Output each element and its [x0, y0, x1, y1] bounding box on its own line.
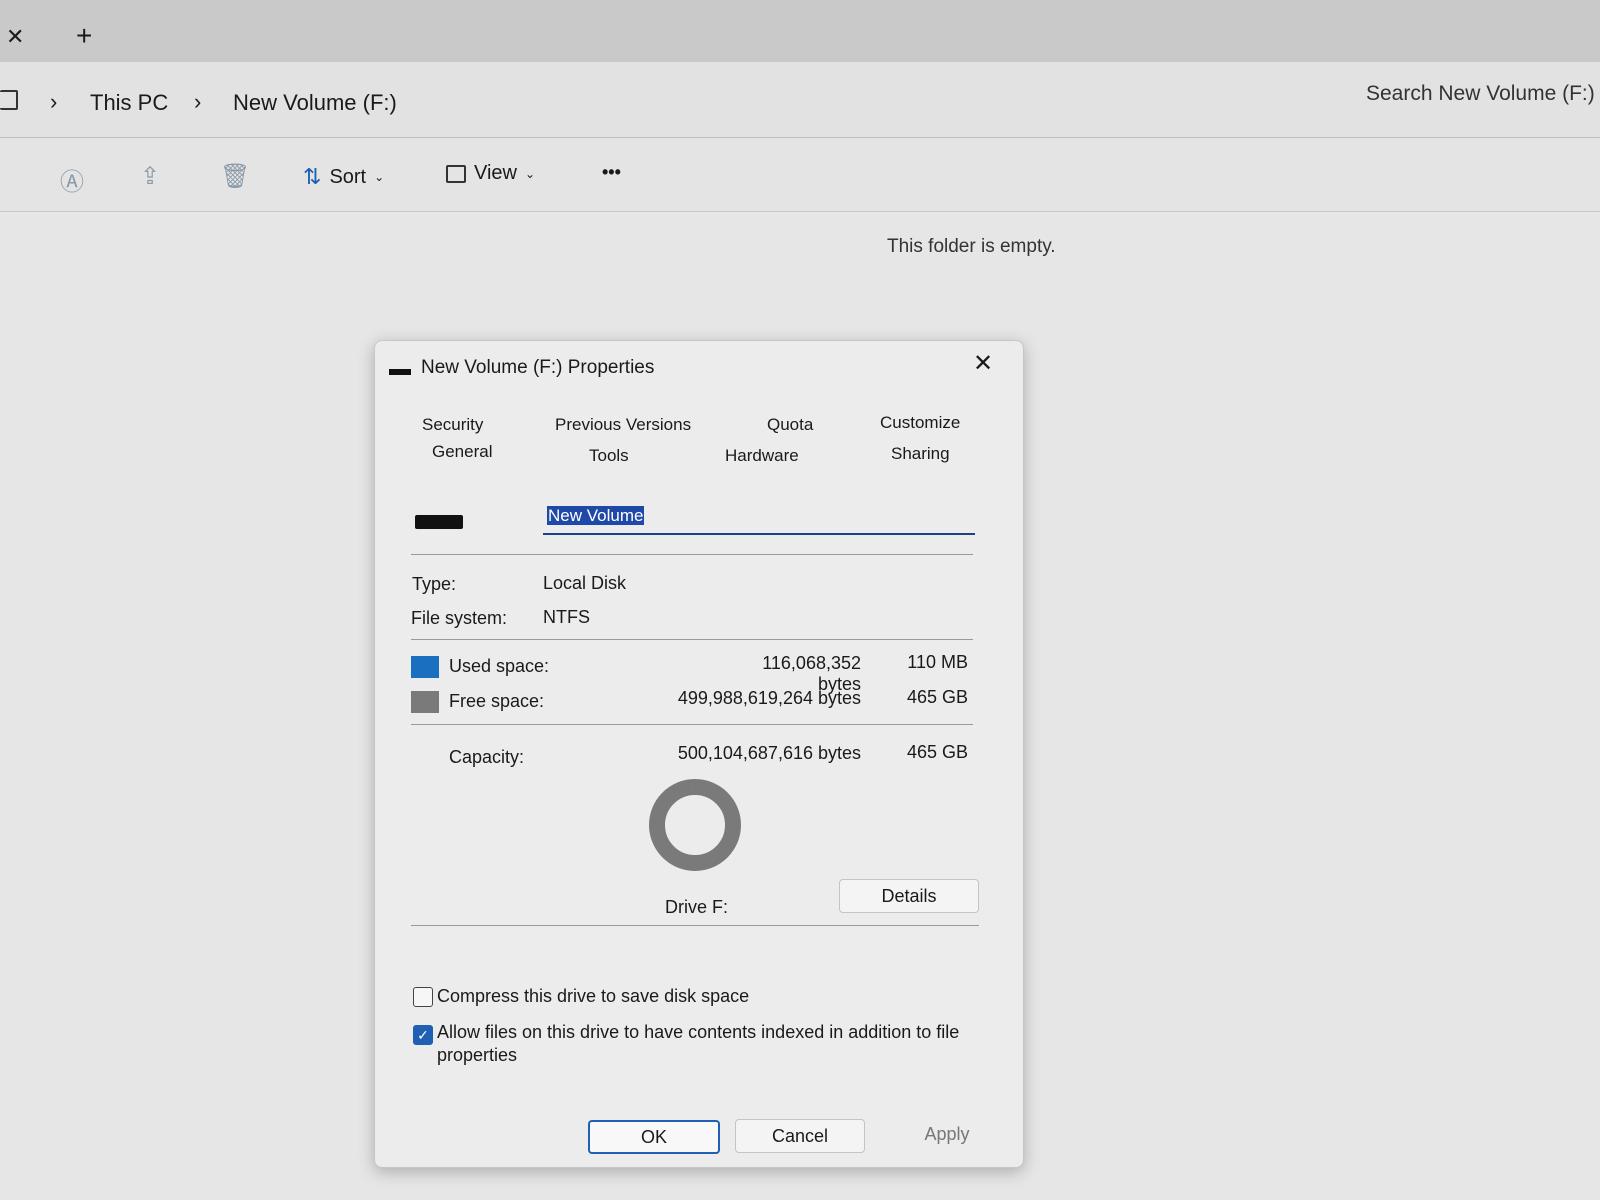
compress-label: Compress this drive to save disk space: [437, 986, 750, 1006]
capacity-label: Capacity:: [449, 747, 525, 767]
close-tab-icon[interactable]: ✕: [6, 24, 24, 50]
type-value: Local Disk: [543, 573, 627, 593]
sort-button[interactable]: ⇅ Sort ⌄: [303, 164, 384, 190]
compress-checkbox[interactable]: [413, 987, 433, 1007]
close-icon[interactable]: ✕: [973, 349, 993, 378]
usage-donut-chart: [649, 779, 741, 871]
sort-icon: ⇅: [303, 164, 322, 189]
search-input[interactable]: Search New Volume (F:): [1366, 82, 1595, 106]
chevron-right-icon: ›: [194, 89, 202, 114]
used-space-size: 110 MB: [907, 652, 968, 672]
more-options-button[interactable]: •••: [602, 162, 621, 183]
volume-name-value: New Volume: [547, 506, 645, 525]
free-space-size: 465 GB: [906, 687, 968, 707]
tab-quota[interactable]: Quota: [767, 415, 813, 435]
apply-button[interactable]: Apply: [881, 1117, 1013, 1151]
capacity-size: 465 GB: [906, 742, 968, 762]
tab-hardware[interactable]: Hardware: [725, 446, 799, 466]
free-space-bytes: 499,988,619,264 bytes: [677, 688, 861, 708]
file-system-label: File system:: [411, 608, 508, 628]
properties-dialog: New Volume (F:) Properties ✕ Security Pr…: [374, 340, 1024, 1168]
tab-previous-versions[interactable]: Previous Versions: [555, 415, 691, 435]
address-bar: › This PC › New Volume (F:) Search New V…: [0, 62, 1600, 138]
file-system-value: NTFS: [543, 607, 590, 627]
tab-sharing[interactable]: Sharing: [891, 444, 950, 464]
drive-label: Drive F:: [665, 897, 728, 917]
view-label: View: [474, 162, 517, 184]
drive-large-icon: [415, 515, 463, 529]
used-space-label: Used space:: [449, 656, 550, 676]
chevron-down-icon: ⌄: [374, 170, 385, 184]
ok-button[interactable]: OK: [588, 1120, 720, 1154]
computer-icon: [0, 90, 18, 110]
drive-icon: [389, 369, 411, 375]
view-icon: [446, 164, 466, 183]
details-button[interactable]: Details: [839, 879, 979, 913]
share-icon[interactable]: ⇪: [140, 162, 160, 191]
tab-security[interactable]: Security: [422, 415, 483, 435]
rename-icon[interactable]: Ⓐ: [60, 162, 84, 197]
type-label: Type:: [412, 574, 457, 594]
dialog-title: New Volume (F:) Properties: [421, 357, 655, 378]
breadcrumb-this-pc[interactable]: This PC: [90, 90, 168, 116]
cancel-button[interactable]: Cancel: [735, 1119, 865, 1153]
used-space-swatch: [411, 656, 439, 678]
chevron-down-icon: ⌄: [525, 166, 536, 181]
empty-folder-message: This folder is empty.: [887, 236, 1056, 257]
tab-tools[interactable]: Tools: [589, 446, 629, 466]
index-checkbox[interactable]: ✓: [413, 1025, 433, 1045]
view-button[interactable]: View ⌄: [446, 162, 535, 185]
tab-bar: ✕ +: [0, 0, 1600, 62]
index-label: Allow files on this drive to have conten…: [437, 1022, 960, 1065]
free-space-ring: [649, 779, 741, 871]
volume-name-input[interactable]: New Volume: [543, 501, 975, 535]
sort-label: Sort: [329, 165, 367, 188]
command-bar: Ⓐ ⇪ 🗑 ⇅ Sort ⌄ View ⌄ •••: [0, 138, 1600, 212]
free-space-swatch: [411, 691, 439, 713]
new-tab-icon[interactable]: +: [76, 20, 92, 52]
tab-general[interactable]: General: [432, 442, 492, 462]
delete-icon[interactable]: 🗑: [220, 162, 250, 191]
capacity-bytes: 500,104,687,616 bytes: [677, 743, 861, 763]
chevron-right-icon: ›: [50, 89, 58, 114]
tab-customize[interactable]: Customize: [880, 413, 960, 433]
free-space-label: Free space:: [449, 691, 545, 711]
breadcrumb-new-volume[interactable]: New Volume (F:): [233, 90, 397, 116]
